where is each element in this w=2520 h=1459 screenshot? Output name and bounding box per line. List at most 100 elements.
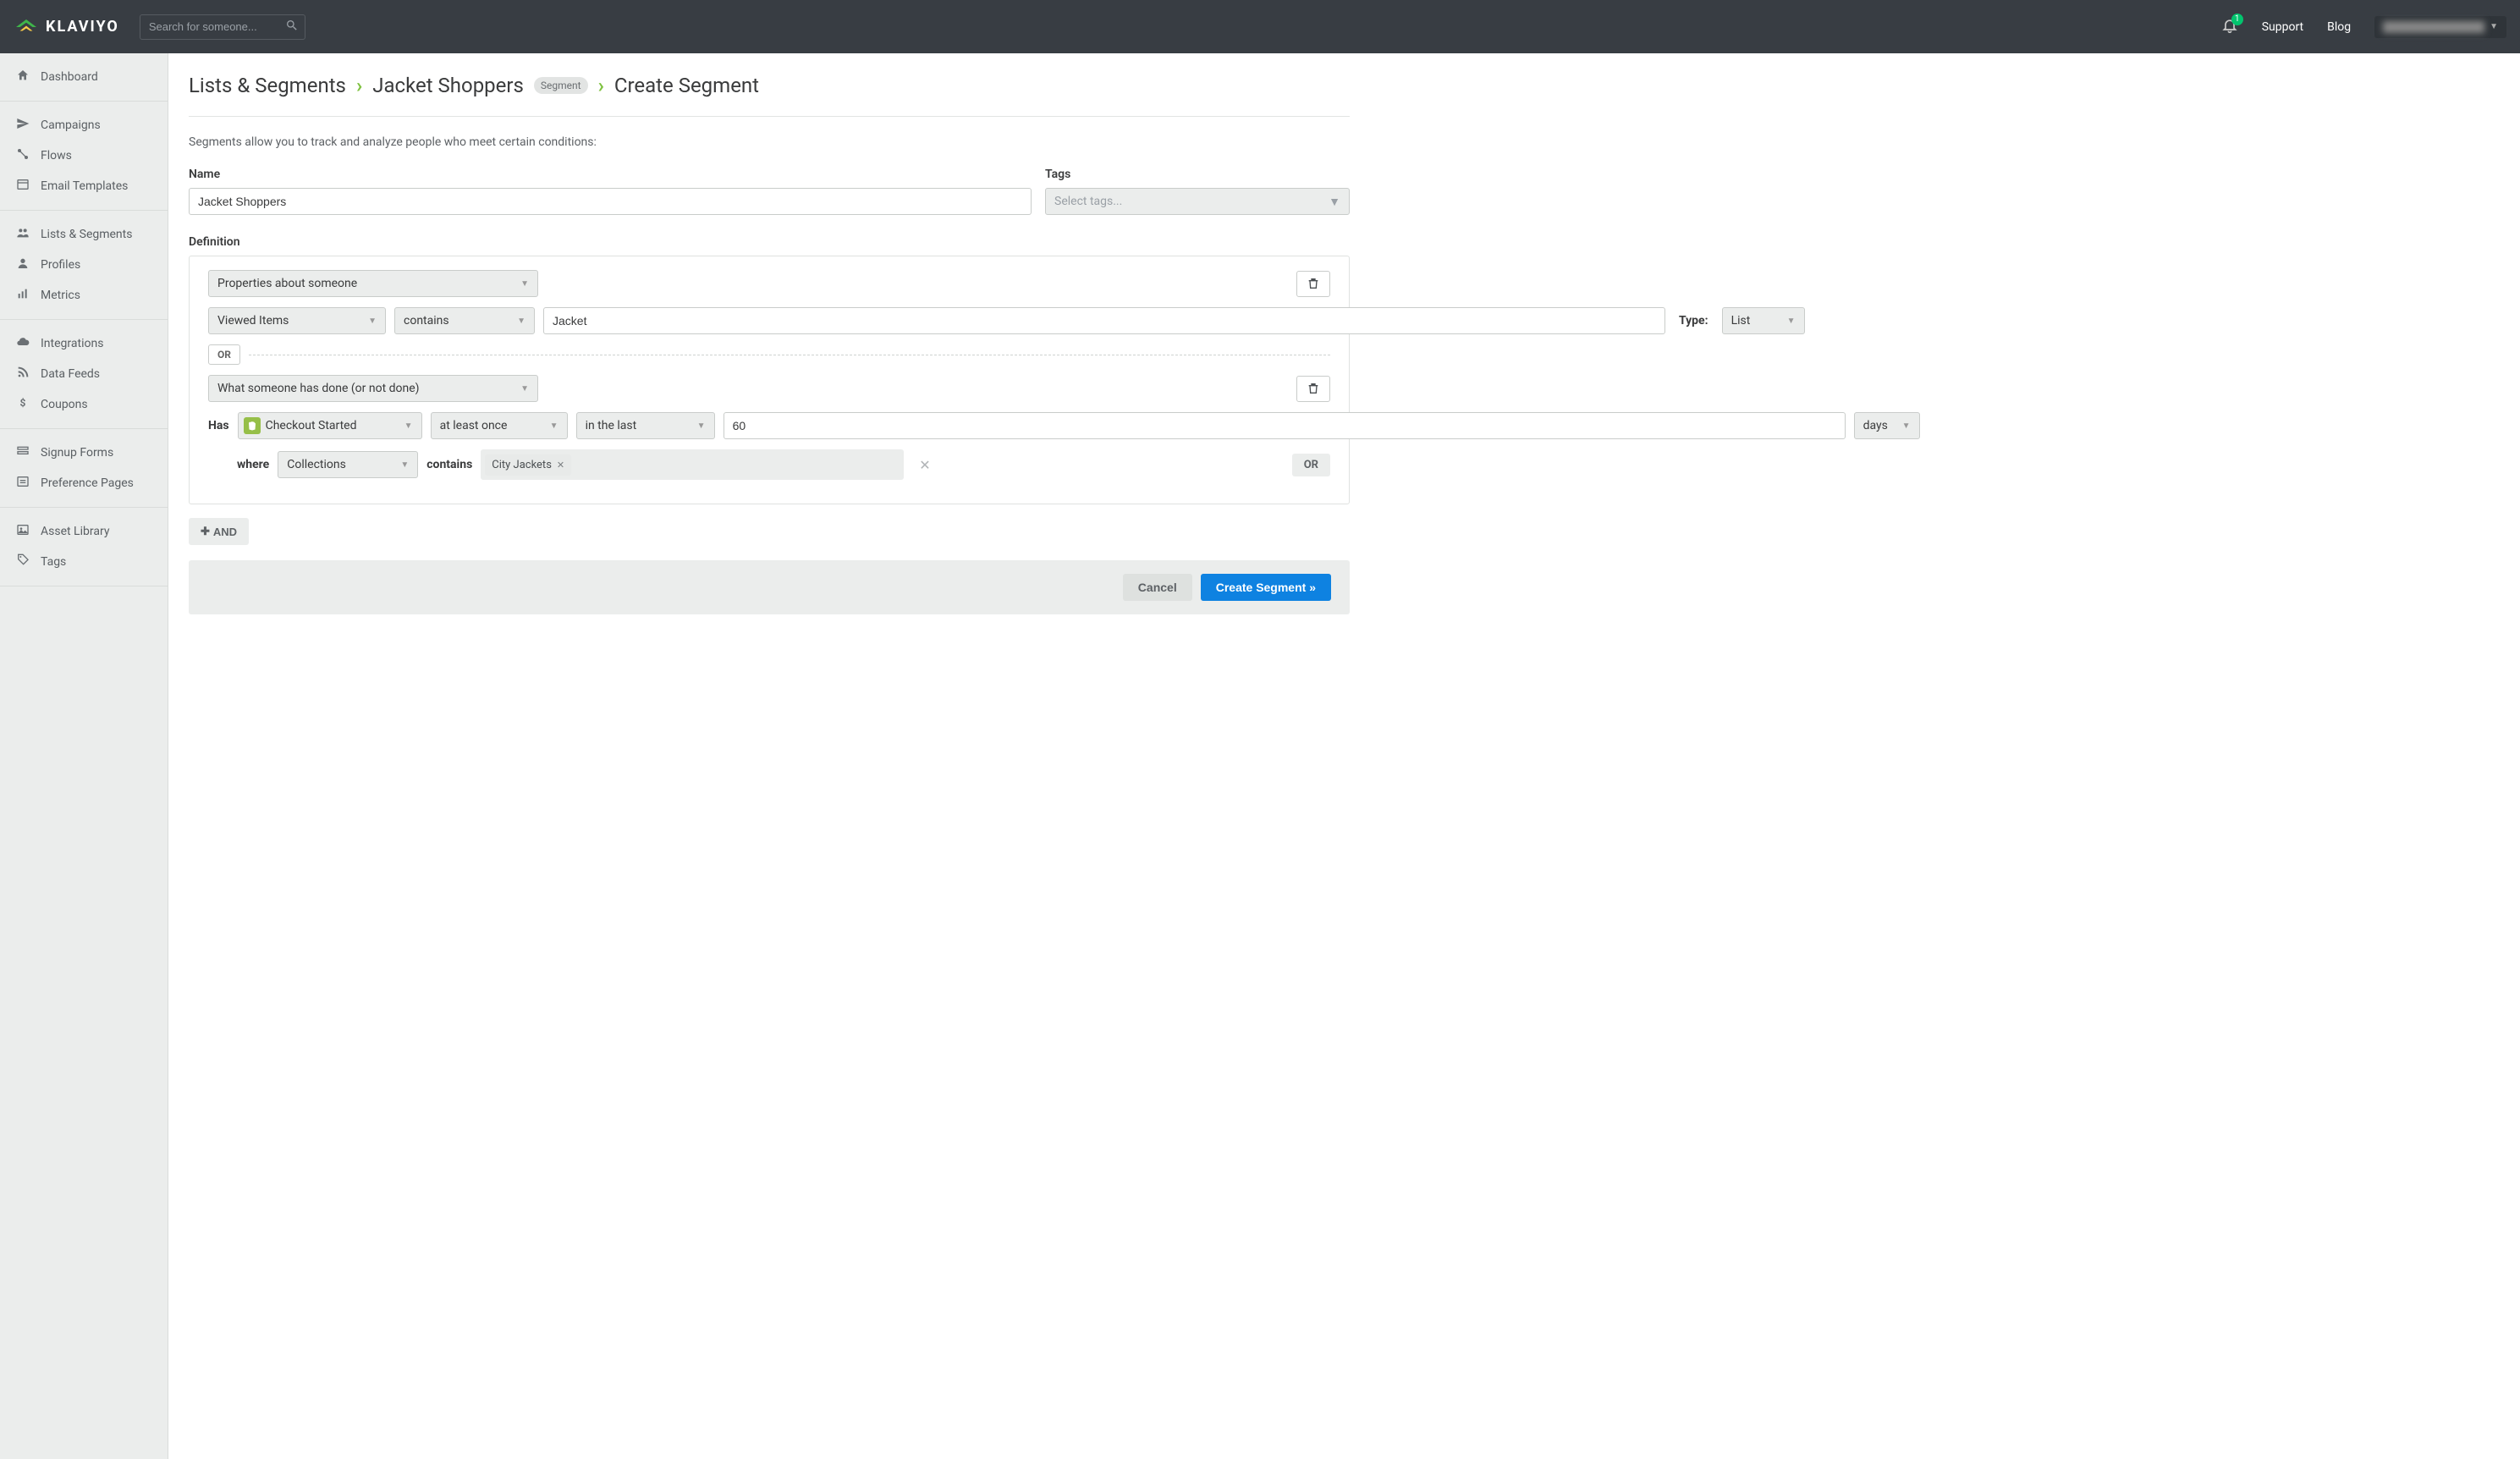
breadcrumb: Lists & Segments › Jacket Shoppers Segme… <box>189 74 1350 117</box>
page-description: Segments allow you to track and analyze … <box>189 135 1350 149</box>
or-button[interactable]: OR <box>208 344 240 365</box>
select-value: Collections <box>287 458 346 471</box>
sidebar-item-label: Dashboard <box>41 70 98 84</box>
name-label: Name <box>189 168 1032 181</box>
cancel-button[interactable]: Cancel <box>1123 574 1192 601</box>
sidebar-item-metrics[interactable]: Metrics <box>0 280 168 311</box>
sidebar-item-profiles[interactable]: Profiles <box>0 250 168 280</box>
breadcrumb-root[interactable]: Lists & Segments <box>189 74 346 97</box>
chevron-right-icon: › <box>598 74 604 97</box>
account-menu[interactable]: ▼ <box>2374 16 2506 38</box>
sidebar-item-data-feeds[interactable]: Data Feeds <box>0 359 168 389</box>
sidebar-item-label: Coupons <box>41 398 88 411</box>
chart-icon <box>15 287 30 304</box>
sidebar-item-flows[interactable]: Flows <box>0 140 168 171</box>
trash-icon <box>1307 382 1320 395</box>
support-link[interactable]: Support <box>2262 20 2303 34</box>
delete-condition-button[interactable] <box>1296 376 1330 402</box>
plus-icon: ✚ <box>201 525 210 538</box>
sidebar-item-coupons[interactable]: $ Coupons <box>0 389 168 420</box>
search-input[interactable] <box>140 14 305 40</box>
search-icon[interactable] <box>285 19 299 36</box>
remove-filter-icon[interactable]: ✕ <box>912 457 937 473</box>
sidebar-item-label: Signup Forms <box>41 446 113 460</box>
tags-placeholder: Select tags... <box>1054 195 1122 208</box>
sidebar-item-preference-pages[interactable]: Preference Pages <box>0 468 168 498</box>
where-field-select[interactable]: Collections ▼ <box>278 451 418 478</box>
or-add-button[interactable]: OR <box>1292 454 1330 476</box>
select-value: in the last <box>586 419 637 432</box>
caret-down-icon: ▼ <box>550 421 558 431</box>
where-label: where <box>237 458 269 471</box>
value-chip: City Jackets ✕ <box>485 454 571 476</box>
select-value: contains <box>404 314 449 328</box>
send-icon <box>15 117 30 134</box>
sidebar-item-label: Lists & Segments <box>41 228 132 241</box>
add-and-button[interactable]: ✚ AND <box>189 518 249 545</box>
select-value: What someone has done (or not done) <box>217 382 420 395</box>
sidebar-item-dashboard[interactable]: Dashboard <box>0 62 168 92</box>
tags-label: Tags <box>1045 168 1350 181</box>
definition-label: Definition <box>189 235 1350 249</box>
sidebar-item-label: Profiles <box>41 258 80 272</box>
unit-select[interactable]: days ▼ <box>1854 412 1920 439</box>
type-label: Type: <box>1674 314 1714 328</box>
and-label: AND <box>213 526 237 538</box>
flow-icon <box>15 147 30 164</box>
shopify-icon <box>244 417 261 434</box>
topnav-right: 1 Support Blog ▼ <box>2221 16 2506 38</box>
notifications-bell[interactable]: 1 <box>2221 17 2238 37</box>
sidebar: Dashboard Campaigns Flows Email Template… <box>0 53 168 1459</box>
sidebar-item-signup-forms[interactable]: Signup Forms <box>0 438 168 468</box>
sidebar-item-tags[interactable]: Tags <box>0 547 168 577</box>
sidebar-item-asset-library[interactable]: Asset Library <box>0 516 168 547</box>
breadcrumb-current: Create Segment <box>614 74 759 97</box>
number-input[interactable] <box>724 412 1846 439</box>
users-icon <box>15 226 30 243</box>
caret-down-icon: ▼ <box>1902 421 1911 431</box>
sidebar-item-label: Asset Library <box>41 525 109 538</box>
frequency-select[interactable]: at least once ▼ <box>431 412 568 439</box>
condition-type-select[interactable]: Properties about someone ▼ <box>208 270 538 297</box>
name-input[interactable] <box>189 188 1032 215</box>
brand-text: KLAVIYO <box>46 18 119 36</box>
where-value-tokenbox[interactable]: City Jackets ✕ <box>481 449 904 480</box>
breadcrumb-parent[interactable]: Jacket Shoppers <box>372 74 524 97</box>
sidebar-item-label: Data Feeds <box>41 367 100 381</box>
sidebar-item-integrations[interactable]: Integrations <box>0 328 168 359</box>
notification-badge: 1 <box>2231 14 2243 25</box>
delete-condition-button[interactable] <box>1296 271 1330 297</box>
main-content: Lists & Segments › Jacket Shoppers Segme… <box>168 53 2520 1459</box>
event-select[interactable]: Checkout Started ▼ <box>238 412 422 439</box>
blog-link[interactable]: Blog <box>2327 20 2351 34</box>
caret-down-icon: ▼ <box>404 421 413 431</box>
brand-logo[interactable]: KLAVIYO <box>14 18 119 36</box>
rss-icon <box>15 366 30 383</box>
top-bar: KLAVIYO 1 Support Blog ▼ <box>0 0 2520 53</box>
dollar-icon: $ <box>15 396 30 413</box>
sidebar-item-lists-segments[interactable]: Lists & Segments <box>0 219 168 250</box>
create-segment-button[interactable]: Create Segment » <box>1201 574 1331 601</box>
condition-type-select[interactable]: What someone has done (or not done) ▼ <box>208 375 538 402</box>
caret-down-icon: ▼ <box>368 317 377 326</box>
property-value-input[interactable] <box>543 307 1665 334</box>
select-value: Properties about someone <box>217 277 357 290</box>
image-icon <box>15 523 30 540</box>
segment-chip: Segment <box>534 77 588 94</box>
timerange-select[interactable]: in the last ▼ <box>576 412 715 439</box>
property-select[interactable]: Viewed Items ▼ <box>208 307 386 334</box>
chevron-right-icon: › <box>356 74 362 97</box>
or-separator: OR <box>208 344 1330 365</box>
chip-remove-icon[interactable]: ✕ <box>557 460 564 471</box>
sidebar-item-campaigns[interactable]: Campaigns <box>0 110 168 140</box>
caret-down-icon: ▼ <box>697 421 706 431</box>
sidebar-item-email-templates[interactable]: Email Templates <box>0 171 168 201</box>
form-icon <box>15 444 30 461</box>
sidebar-item-label: Campaigns <box>41 118 101 132</box>
dimension-select[interactable]: contains ▼ <box>394 307 535 334</box>
caret-down-icon: ▼ <box>2490 22 2498 31</box>
tags-select[interactable]: Select tags... ▼ <box>1045 188 1350 215</box>
pref-icon <box>15 475 30 492</box>
type-select[interactable]: List ▼ <box>1722 307 1805 334</box>
template-icon <box>15 178 30 195</box>
